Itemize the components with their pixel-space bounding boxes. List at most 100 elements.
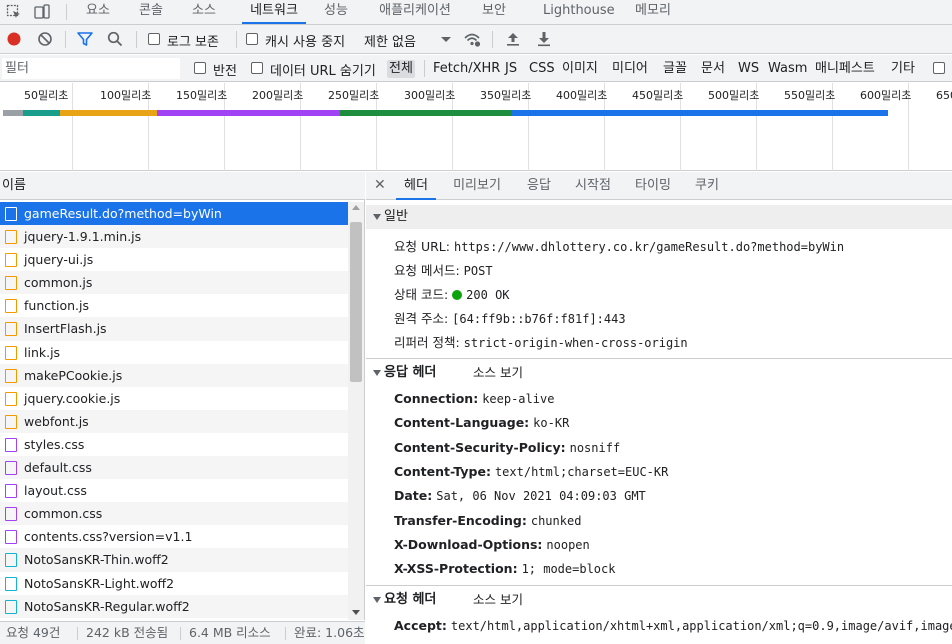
request-name: makePCookie.js bbox=[24, 367, 123, 383]
filter-input[interactable] bbox=[2, 58, 180, 79]
hide-data-urls-checkbox[interactable] bbox=[251, 62, 263, 74]
filter-type-11[interactable]: 기타 bbox=[889, 60, 917, 78]
device-icons bbox=[0, 0, 66, 24]
section-divider bbox=[366, 585, 952, 586]
scrollbar-thumb[interactable] bbox=[350, 222, 362, 382]
filter-type-6[interactable]: 글꼴 bbox=[661, 60, 689, 78]
close-icon[interactable]: ✕ bbox=[374, 177, 386, 193]
tab-4[interactable]: 성능 bbox=[322, 0, 350, 24]
detail-tab-1[interactable]: 미리보기 bbox=[446, 172, 508, 200]
tab-2[interactable]: 소스 bbox=[190, 0, 218, 24]
request-row[interactable]: InsertFlash.js bbox=[0, 317, 348, 341]
remote-address-value: [64:ff9b::b76f:f81f]:443 bbox=[452, 312, 626, 326]
filter-type-9[interactable]: Wasm bbox=[766, 60, 809, 78]
view-source-link[interactable]: 소스 보기 bbox=[473, 588, 523, 612]
tab-3[interactable]: 네트워크 bbox=[242, 0, 306, 24]
response-headers-title: 응답 헤더 bbox=[384, 365, 437, 380]
timeline-bar-js bbox=[60, 110, 157, 116]
remote-address-row: 원격 주소: [64:ff9b::b76f:f81f]:443 bbox=[394, 308, 626, 327]
request-row[interactable]: NotoSansKR-Regular.woff2 bbox=[0, 594, 348, 618]
detail-tab-3[interactable]: 시작점 bbox=[572, 172, 614, 200]
export-har-icon[interactable] bbox=[535, 30, 553, 48]
filter-type-10[interactable]: 매니페스트 bbox=[813, 60, 877, 78]
request-row[interactable]: function.js bbox=[0, 294, 348, 317]
font-file-icon bbox=[5, 576, 17, 591]
tab-8[interactable]: 메모리 bbox=[634, 0, 672, 24]
request-row[interactable]: jquery-1.9.1.min.js bbox=[0, 225, 348, 249]
request-list-scrollbar[interactable] bbox=[348, 202, 364, 620]
chevron-down-icon[interactable] bbox=[437, 30, 455, 48]
request-method-key: 요청 메서드: bbox=[394, 263, 460, 278]
request-name: common.css bbox=[24, 506, 103, 522]
request-row[interactable]: link.js bbox=[0, 341, 348, 364]
filter-type-5[interactable]: 미디어 bbox=[610, 60, 650, 78]
header-key: Content-Language: bbox=[394, 415, 530, 431]
request-row[interactable]: default.css bbox=[0, 456, 348, 480]
filter-type-1[interactable]: Fetch/XHR bbox=[431, 60, 502, 78]
throttle-select[interactable]: 제한 없음 bbox=[364, 31, 416, 50]
import-har-icon[interactable] bbox=[504, 30, 522, 48]
clear-icon[interactable] bbox=[36, 30, 54, 48]
filter-type-4[interactable]: 이미지 bbox=[560, 60, 600, 78]
request-row[interactable]: common.css bbox=[0, 502, 348, 526]
request-detail-pane: ✕ 헤더 미리보기 응답 시작점 타이밍 쿠키 일반 요청 URL: https://ww… bbox=[366, 172, 952, 644]
filter-type-2[interactable]: JS bbox=[503, 60, 519, 78]
filter-type-7[interactable]: 문서 bbox=[699, 60, 727, 78]
response-headers-header[interactable]: 응답 헤더 소스 보기 bbox=[366, 361, 952, 385]
toolbar-divider bbox=[236, 31, 237, 48]
header-value: chunked bbox=[530, 513, 582, 528]
request-row[interactable]: layout.css bbox=[0, 479, 348, 502]
tab-5[interactable]: 애플리케이션 bbox=[376, 0, 454, 24]
request-row[interactable]: webfont.js bbox=[0, 409, 348, 433]
general-section-header[interactable]: 일반 bbox=[366, 205, 952, 229]
detail-tab-0[interactable]: 헤더 bbox=[396, 172, 436, 200]
overview-timeline[interactable]: 50밀리초 100밀리초 150밀리초 200밀리초 250밀리초 300밀리초 350밀리… bbox=[0, 83, 952, 171]
request-row[interactable]: NotoSansKR-Thin.woff2 bbox=[0, 548, 348, 572]
preserve-log-checkbox[interactable] bbox=[148, 33, 160, 45]
filter-type-8[interactable]: WS bbox=[736, 60, 761, 78]
request-name: jquery.cookie.js bbox=[24, 390, 121, 406]
request-row[interactable]: makePCookie.js bbox=[0, 363, 348, 387]
tab-7[interactable]: Lighthouse bbox=[543, 0, 615, 24]
js-file-icon bbox=[5, 391, 17, 406]
header-row: Accept: text/html,application/xhtml+xml,… bbox=[394, 618, 952, 633]
detail-tabs: ✕ 헤더 미리보기 응답 시작점 타이밍 쿠키 bbox=[366, 172, 952, 200]
view-source-link[interactable]: 소스 보기 bbox=[473, 361, 523, 385]
blocked-requests-checkbox[interactable] bbox=[933, 62, 945, 74]
detail-tab-5[interactable]: 쿠키 bbox=[692, 172, 722, 200]
request-row[interactable]: jquery-ui.js bbox=[0, 248, 348, 271]
filter-type-3[interactable]: CSS bbox=[527, 60, 557, 78]
invert-checkbox[interactable] bbox=[194, 62, 206, 74]
tab-0[interactable]: 요소 bbox=[84, 0, 112, 24]
tab-1[interactable]: 콘솔 bbox=[137, 0, 165, 24]
column-header-name[interactable]: 이름 bbox=[0, 172, 365, 200]
request-row[interactable]: jquery.cookie.js bbox=[0, 387, 348, 410]
network-conditions-icon[interactable] bbox=[463, 30, 481, 48]
device-toolbar-icon[interactable] bbox=[34, 4, 50, 20]
scroll-down-icon[interactable] bbox=[352, 610, 360, 615]
request-row[interactable]: common.js bbox=[0, 271, 348, 295]
detail-tab-2[interactable]: 응답 bbox=[521, 172, 557, 200]
filter-type-0[interactable]: 전체 bbox=[387, 60, 415, 78]
inspect-element-icon[interactable] bbox=[6, 4, 22, 20]
toolbar-divider bbox=[65, 31, 66, 48]
header-value: text/html,application/xhtml+xml,applicat… bbox=[450, 619, 952, 633]
filter-icon[interactable] bbox=[76, 30, 94, 48]
request-row[interactable]: NotoSansKR-Light.woff2 bbox=[0, 572, 348, 595]
timeline-bar-image bbox=[340, 110, 512, 116]
header-row: X-Download-Options: noopen bbox=[394, 537, 590, 552]
request-row[interactable]: styles.css bbox=[0, 433, 348, 456]
record-icon[interactable] bbox=[5, 30, 23, 48]
request-row[interactable]: gameResult.do?method=byWin bbox=[0, 202, 348, 226]
header-value: ko-KR bbox=[533, 416, 570, 431]
request-row[interactable]: contents.css?version=v1.1 bbox=[0, 525, 348, 548]
request-list: 이름 gameResult.do?method=byWin jquery-1.9.… bbox=[0, 172, 365, 620]
request-headers-header[interactable]: 요청 헤더 소스 보기 bbox=[366, 588, 952, 612]
timeline-bar-stalled bbox=[3, 110, 23, 116]
tab-6[interactable]: 보안 bbox=[480, 0, 508, 24]
detail-tab-4[interactable]: 타이밍 bbox=[630, 172, 676, 200]
search-icon[interactable] bbox=[106, 30, 124, 48]
disable-cache-checkbox[interactable] bbox=[246, 33, 258, 45]
timeline-tick-label: 50밀리초 bbox=[24, 89, 69, 102]
scroll-up-icon[interactable] bbox=[352, 205, 360, 210]
